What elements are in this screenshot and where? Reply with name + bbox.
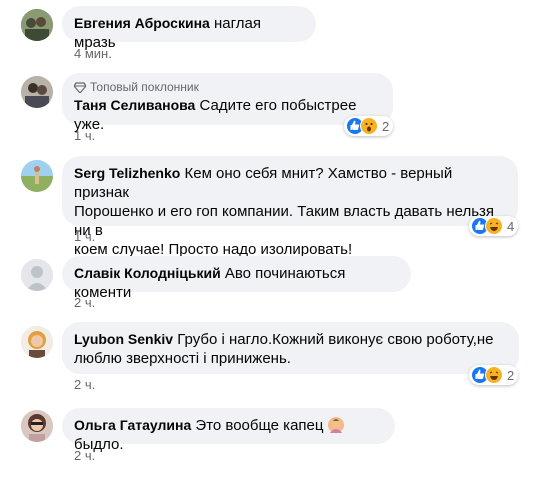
comment-bubble: Топовый поклонник Таня Селиванова Садите… [62, 73, 393, 133]
reaction-count: 4 [507, 218, 515, 234]
comment-bubble: Евгения Аброскина наглая мразь [62, 6, 316, 51]
diamond-icon [74, 81, 86, 93]
badge-label: Топовый поклонник [90, 80, 199, 94]
comment-bubble: Ольга Гатаулина Это вообще капец быдло. [62, 408, 395, 453]
comment-author[interactable]: Славік Колодніцький [74, 265, 221, 281]
avatar[interactable] [21, 9, 53, 41]
comment-time[interactable]: 2 ч. [74, 448, 95, 463]
comment-author[interactable]: Ольга Гатаулина [74, 417, 191, 433]
comment-author[interactable]: Евгения Аброскина [74, 15, 210, 31]
comment-bubble: Lyubon Senkiv Грубо і нагло.Кожний викон… [62, 322, 519, 374]
comment-author[interactable]: Serg Telizhenko [74, 165, 180, 181]
comment-bubble: Славік Колодніцький Аво починаються коме… [62, 256, 411, 301]
comment-text-line: Порошенко и его гоп компании. Таким влас… [74, 203, 495, 239]
comment-time[interactable]: 1 ч. [74, 229, 95, 244]
comment-author[interactable]: Lyubon Senkiv [74, 331, 173, 347]
reactions-summary[interactable]: 2 [469, 365, 519, 385]
haha-icon [485, 366, 503, 384]
comment-bubble: Serg Telizhenko Кем оно себя мнит? Хамст… [62, 156, 518, 258]
comment-time[interactable]: 2 ч. [74, 295, 95, 310]
reactions-summary[interactable]: 2 [344, 116, 394, 136]
comment-text-line: Грубо і нагло.Кожний виконує свою роботу… [177, 331, 494, 348]
reaction-count: 2 [507, 367, 515, 383]
reaction-count: 2 [382, 118, 390, 134]
haha-icon [485, 217, 503, 235]
comment-text-line: люблю зверхності і принижень. [74, 350, 291, 367]
top-fan-badge: Топовый поклонник [74, 80, 381, 94]
avatar[interactable] [21, 410, 53, 442]
comment-time[interactable]: 2 ч. [74, 377, 95, 392]
avatar[interactable] [21, 160, 53, 192]
avatar[interactable] [21, 76, 53, 108]
wow-icon [360, 117, 378, 135]
comment-time[interactable]: 1 ч. [74, 128, 95, 143]
comment-author[interactable]: Таня Селиванова [74, 97, 195, 113]
avatar[interactable] [21, 259, 53, 291]
person-shrugging-emoji-icon [327, 417, 344, 433]
reactions-summary[interactable]: 4 [469, 216, 519, 236]
comment-time[interactable]: 4 мин. [74, 46, 112, 61]
avatar[interactable] [21, 326, 53, 358]
comment-text: Это вообще капец [195, 417, 324, 434]
